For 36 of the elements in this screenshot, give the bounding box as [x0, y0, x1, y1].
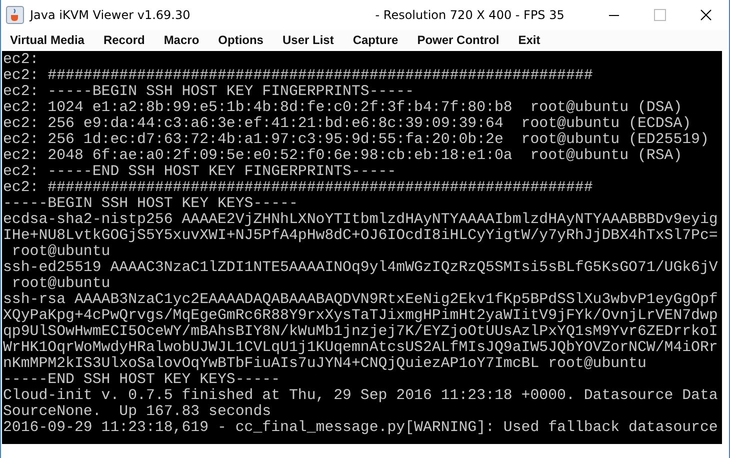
menu-item[interactable]: Capture — [352, 33, 398, 47]
console-line: ecdsa-sha2-nistp256 AAAAE2VjZHNhLXNoYTItbmlzdHAyNTYAAAAIbmlzdHAyNTYAAABBBDv9eyig — [3, 212, 719, 228]
console-line: ec2: 1024 e1:a2:8b:99:e5:1b:4b:8d:fe:c0:2f:3f:b4:7f:80:b8 root@ubuntu (DSA) — [3, 100, 684, 116]
menu-item[interactable]: Virtual Media — [10, 33, 84, 47]
menu-item[interactable]: Macro — [164, 33, 200, 47]
console-line: ec2: ############################################################# — [3, 180, 594, 196]
menu-item[interactable]: Exit — [518, 33, 540, 47]
close-icon[interactable] — [700, 9, 712, 21]
console-line: ec2: 256 e9:da:44:c3:a6:3e:ef:41:21:bd:e6:8c:39:09:39:64 root@ubuntu (ECDSA) — [3, 116, 692, 132]
console-line: root@ubuntu — [10, 244, 112, 260]
menu-item[interactable]: User List — [282, 33, 334, 47]
console-line: SourceNone. Up 167.83 seconds — [3, 404, 272, 420]
console-line: XQyPaKpg+4cPwQrvgs/MqEgeGmRc6R88Y9rxXysTaTJixmgHPimHt2yaWIitV9jFYk/OvnjLrVEN7dwp — [3, 308, 719, 324]
console-line: ec2: 2048 6f:ae:a0:2f:09:5e:e0:52:f0:6e:98:cb:eb:18:e1:0a root@ubuntu (RSA) — [3, 148, 684, 164]
console-line: nKmMPM2kIS3UlxoSalovOqYwBTbFiuAIs7uJYN4+CNQjQuiezAP1oY7ImcBL root@ubuntu — [3, 356, 648, 372]
console-line: root@ubuntu — [10, 276, 112, 292]
console-line: 2016-09-29 11:23:18,619 - cc_final_message.py[WARNING]: Used fallback datasource — [3, 420, 719, 436]
console-line: ssh-rsa AAAAB3NzaC1yc2EAAAADAQABAAABAQDVN9RtxEeNig2Ekv1fKp5BPdSSlXu3wbvP1eyGgOpf — [3, 292, 719, 308]
console-line: ec2: -----BEGIN SSH HOST KEY FINGERPRINTS----- — [3, 84, 416, 100]
menu-item[interactable]: Record — [103, 33, 145, 47]
console-line: ec2: -----END SSH HOST KEY FINGERPRINTS----- — [3, 164, 398, 180]
console-line: ec2: 256 1d:ec:d7:63:72:4b:a1:97:c3:95:9d:55:fa:20:0b:2e root@ubuntu (ED25519) — [3, 132, 710, 148]
console-line: -----END SSH HOST KEY KEYS----- — [3, 372, 282, 388]
menu-item[interactable]: Power Control — [417, 33, 500, 47]
window-title: Java iKVM Viewer v1.69.30 — [30, 8, 190, 22]
console-line: qp9UlSOwHwmECI5OceWY/mBAhsBIY8N/kWuMb1jnzjej7K/EYZjoOtUUsAzlPxYQ1sM9Yvr6ZEDrrkoI — [3, 324, 719, 340]
console-line: Cloud-init v. 0.7.5 finished at Thu, 29 Sep 2016 11:23:18 +0000. Datasource Data — [3, 388, 719, 404]
console-line: WrHK1OqrWoMwdyHRalwobUJWJL1CVLqU1j1KUqemnAtcsUS2ALfMIsJQ9aIW5JQbYOVZorNCW/M4iORr — [3, 340, 719, 356]
console-line: IHe+NU8LvtkGOGjS5Y5xuvXWI+NJ5PfA4pHw8dC+OJ6IOcdI8iHLCyYigtW/y7yRhJjDBX4hTxSl7Pc= — [3, 228, 719, 244]
menu-item[interactable]: Options — [218, 33, 264, 47]
resolution-status: - Resolution 720 X 400 - FPS 35 — [375, 8, 564, 22]
console-line: ssh-ed25519 AAAAC3NzaC1lZDI1NTE5AAAAINOq9yl4mWGzIQzRzQ5SMIsi5sBLfG5KsGO71/UGk6jV — [3, 260, 719, 276]
console-line: -----BEGIN SSH HOST KEY KEYS----- — [3, 196, 299, 212]
console-line: ec2: ############################################################# — [3, 68, 594, 84]
cup-icon — [6, 6, 24, 24]
console-line: ec2: — [3, 52, 40, 68]
